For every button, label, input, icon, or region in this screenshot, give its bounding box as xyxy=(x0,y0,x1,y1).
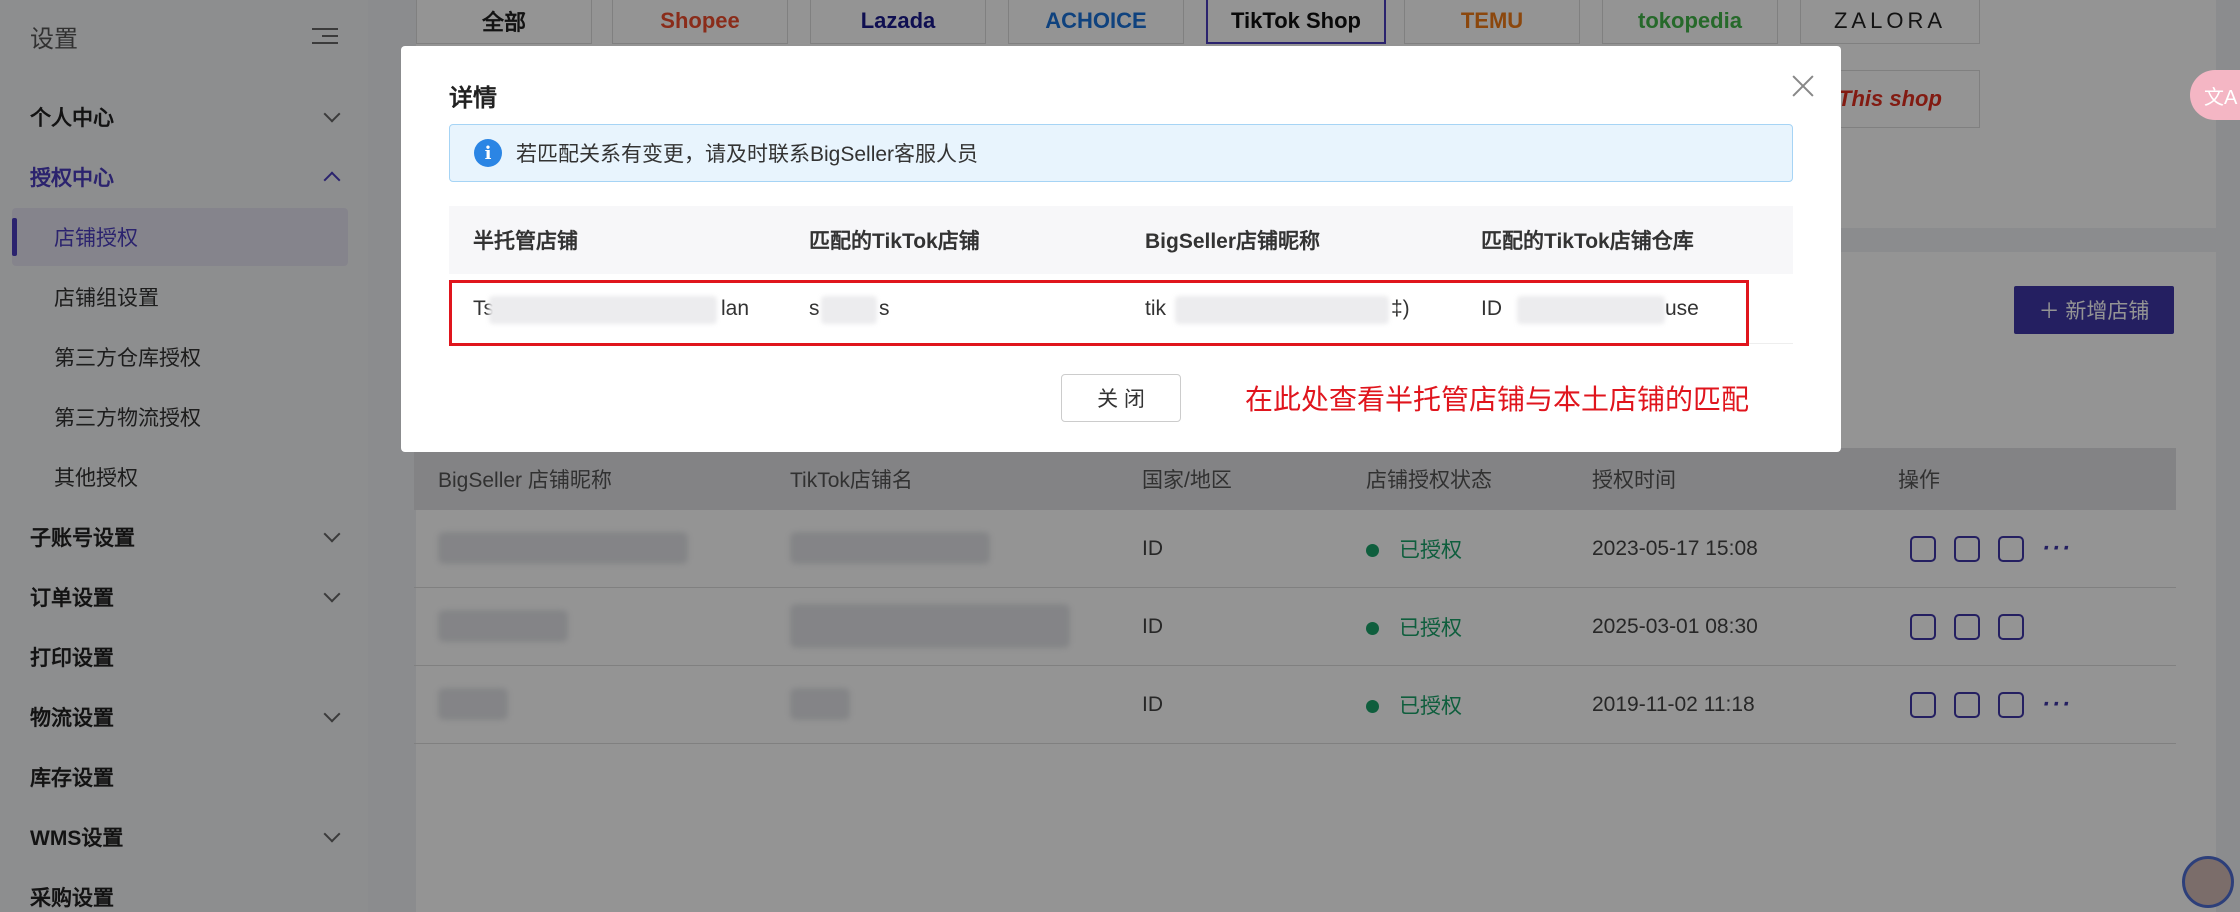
highlight-box xyxy=(449,280,1749,346)
match-table-header: 半托管店铺 匹配的TikTok店铺 BigSeller店铺昵称 匹配的TikTo… xyxy=(449,206,1793,274)
close-button[interactable]: 关 闭 xyxy=(1061,374,1181,422)
alert-text: 若匹配关系有变更，请及时联系BigSeller客服人员 xyxy=(516,143,979,166)
annotation-text: 在此处查看半托管店铺与本土店铺的匹配 xyxy=(1245,384,1750,415)
close-icon[interactable] xyxy=(1791,74,1815,98)
column-header: 匹配的TikTok店铺 xyxy=(809,230,980,253)
info-alert: i 若匹配关系有变更，请及时联系BigSeller客服人员 xyxy=(449,124,1793,182)
info-icon: i xyxy=(474,139,502,167)
column-header: 匹配的TikTok店铺仓库 xyxy=(1481,230,1694,253)
column-header: 半托管店铺 xyxy=(473,230,578,253)
modal-title: 详情 xyxy=(449,85,497,112)
support-avatar[interactable] xyxy=(2182,856,2234,908)
column-header: BigSeller店铺昵称 xyxy=(1145,230,1321,253)
details-modal: 详情 i 若匹配关系有变更，请及时联系BigSeller客服人员 半托管店铺 匹… xyxy=(401,46,1841,452)
translate-icon[interactable]: 文A xyxy=(2190,70,2240,120)
